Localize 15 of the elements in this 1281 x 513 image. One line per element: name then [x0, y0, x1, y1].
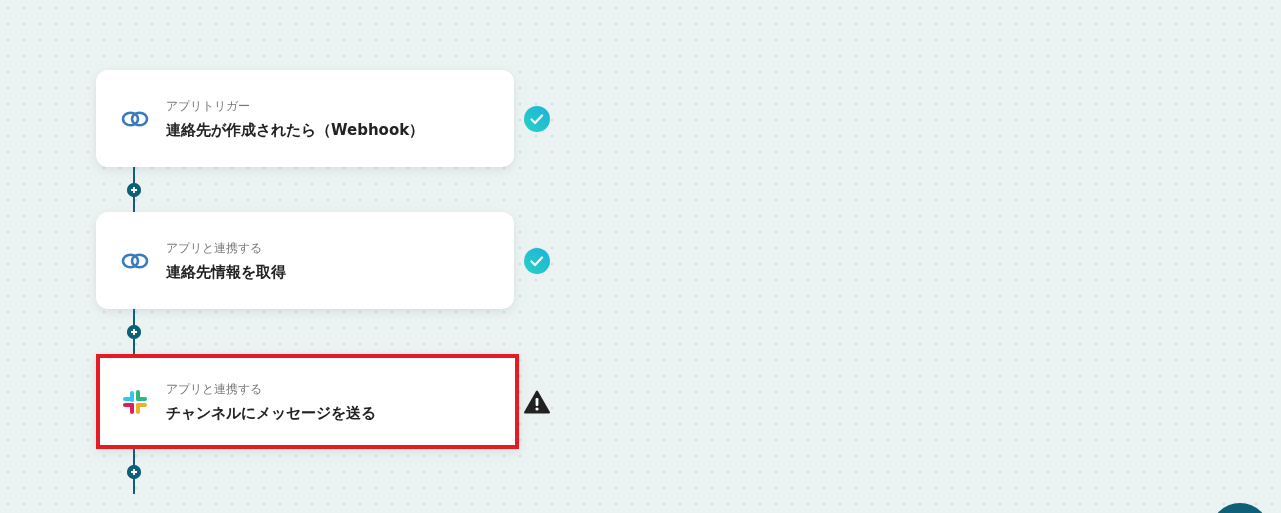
- hash-logo-icon: [123, 389, 147, 414]
- step-card[interactable]: アプリと連携する チャンネルにメッセージを送る: [96, 354, 519, 449]
- add-step-icon[interactable]: [127, 182, 141, 197]
- step-type: アプリトリガー: [166, 97, 251, 115]
- linked-rings-icon: [121, 109, 149, 128]
- step-title: 連絡先情報を取得: [166, 262, 286, 282]
- step-type: アプリと連携する: [166, 380, 263, 398]
- add-step-icon[interactable]: [127, 324, 141, 339]
- add-step-icon[interactable]: [127, 464, 141, 479]
- step-title: 連絡先が作成されたら（Webhook）: [166, 120, 425, 140]
- step-title: チャンネルにメッセージを送る: [166, 403, 376, 423]
- step-card[interactable]: アプリと連携する 連絡先情報を取得: [96, 212, 514, 309]
- linked-rings-icon: [121, 251, 149, 270]
- step-type: アプリと連携する: [166, 239, 263, 257]
- step-card[interactable]: アプリトリガー 連絡先が作成されたら（Webhook）: [96, 70, 514, 167]
